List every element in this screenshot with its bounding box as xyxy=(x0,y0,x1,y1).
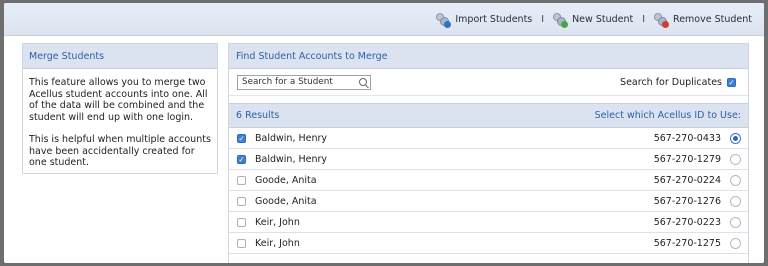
student-name: Keir, John xyxy=(255,216,300,228)
student-name: Goode, Anita xyxy=(255,174,317,186)
merge-students-title: Merge Students xyxy=(23,44,217,69)
row-checkbox[interactable] xyxy=(237,154,246,164)
acellus-id: 567-270-0224 xyxy=(653,174,721,186)
find-accounts-panel: Find Student Accounts to Merge Search fo… xyxy=(228,43,749,263)
remove-student-button[interactable]: Remove Student xyxy=(654,12,752,28)
table-row: Keir, John 567-270-1275 xyxy=(229,233,748,254)
acellus-id: 567-270-1275 xyxy=(653,237,721,249)
row-checkbox[interactable] xyxy=(237,133,246,143)
search-icon[interactable] xyxy=(359,78,367,86)
acellus-id: 567-270-1276 xyxy=(653,195,721,207)
acellus-id: 567-270-0223 xyxy=(653,216,721,228)
search-duplicates-checkbox[interactable] xyxy=(727,77,736,87)
acellus-id: 567-270-1279 xyxy=(653,153,721,165)
import-students-label: Import Students xyxy=(455,13,533,25)
select-id-label: Select which Acellus ID to Use: xyxy=(594,110,741,121)
merge-students-description: This feature allows you to merge two Ace… xyxy=(23,69,217,188)
table-row: Keir, John 567-270-0223 xyxy=(229,212,748,233)
select-id-radio[interactable] xyxy=(730,195,741,207)
search-duplicates-label: Search for Duplicates xyxy=(620,76,722,88)
student-name: Baldwin, Henry xyxy=(255,153,328,165)
toolbar-separator: I xyxy=(642,13,646,25)
table-row: Goode, Anita 567-270-1276 xyxy=(229,191,748,212)
add-student-icon xyxy=(553,12,569,28)
import-students-icon xyxy=(436,12,452,28)
select-id-radio[interactable] xyxy=(730,237,741,249)
results-list: Baldwin, Henry 567-270-0433 Baldwin, Hen… xyxy=(229,128,748,254)
find-accounts-title: Find Student Accounts to Merge xyxy=(229,44,748,69)
remove-student-icon xyxy=(654,12,670,28)
row-checkbox[interactable] xyxy=(237,217,246,227)
table-row: Goode, Anita 567-270-0224 xyxy=(229,170,748,191)
remove-student-label: Remove Student xyxy=(673,13,752,25)
select-id-radio[interactable] xyxy=(730,174,741,186)
results-count: 6 Results xyxy=(236,110,280,121)
select-id-radio[interactable] xyxy=(730,153,741,165)
student-name: Keir, John xyxy=(255,237,300,249)
import-students-button[interactable]: Import Students xyxy=(436,12,533,28)
merge-students-panel: Merge Students This feature allows you t… xyxy=(22,43,218,174)
select-id-radio[interactable] xyxy=(730,216,741,228)
table-row: Baldwin, Henry 567-270-1279 xyxy=(229,149,748,170)
results-header: 6 Results Select which Acellus ID to Use… xyxy=(229,103,748,128)
student-search-placeholder: Search for a Student xyxy=(242,77,333,87)
app-frame: Import Students I New Student I Remove S… xyxy=(4,3,764,263)
new-student-button[interactable]: New Student xyxy=(553,12,634,28)
select-id-radio[interactable] xyxy=(730,132,741,144)
row-checkbox[interactable] xyxy=(237,175,246,185)
top-toolbar: Import Students I New Student I Remove S… xyxy=(4,3,764,36)
toolbar-separator: I xyxy=(541,13,545,25)
new-student-label: New Student xyxy=(572,13,634,25)
row-checkbox[interactable] xyxy=(237,238,246,248)
table-row: Baldwin, Henry 567-270-0433 xyxy=(229,128,748,149)
student-search-input[interactable]: Search for a Student xyxy=(237,74,371,90)
student-name: Baldwin, Henry xyxy=(255,132,328,144)
student-name: Goode, Anita xyxy=(255,195,317,207)
search-duplicates-toggle[interactable]: Search for Duplicates xyxy=(620,77,741,88)
search-row: Search for a Student Search for Duplicat… xyxy=(229,69,748,96)
merge-description-paragraph-1: This feature allows you to merge two Ace… xyxy=(29,77,208,123)
acellus-id: 567-270-0433 xyxy=(653,132,721,144)
merge-description-paragraph-2: This is helpful when multiple accounts h… xyxy=(29,134,211,168)
row-checkbox[interactable] xyxy=(237,196,246,206)
